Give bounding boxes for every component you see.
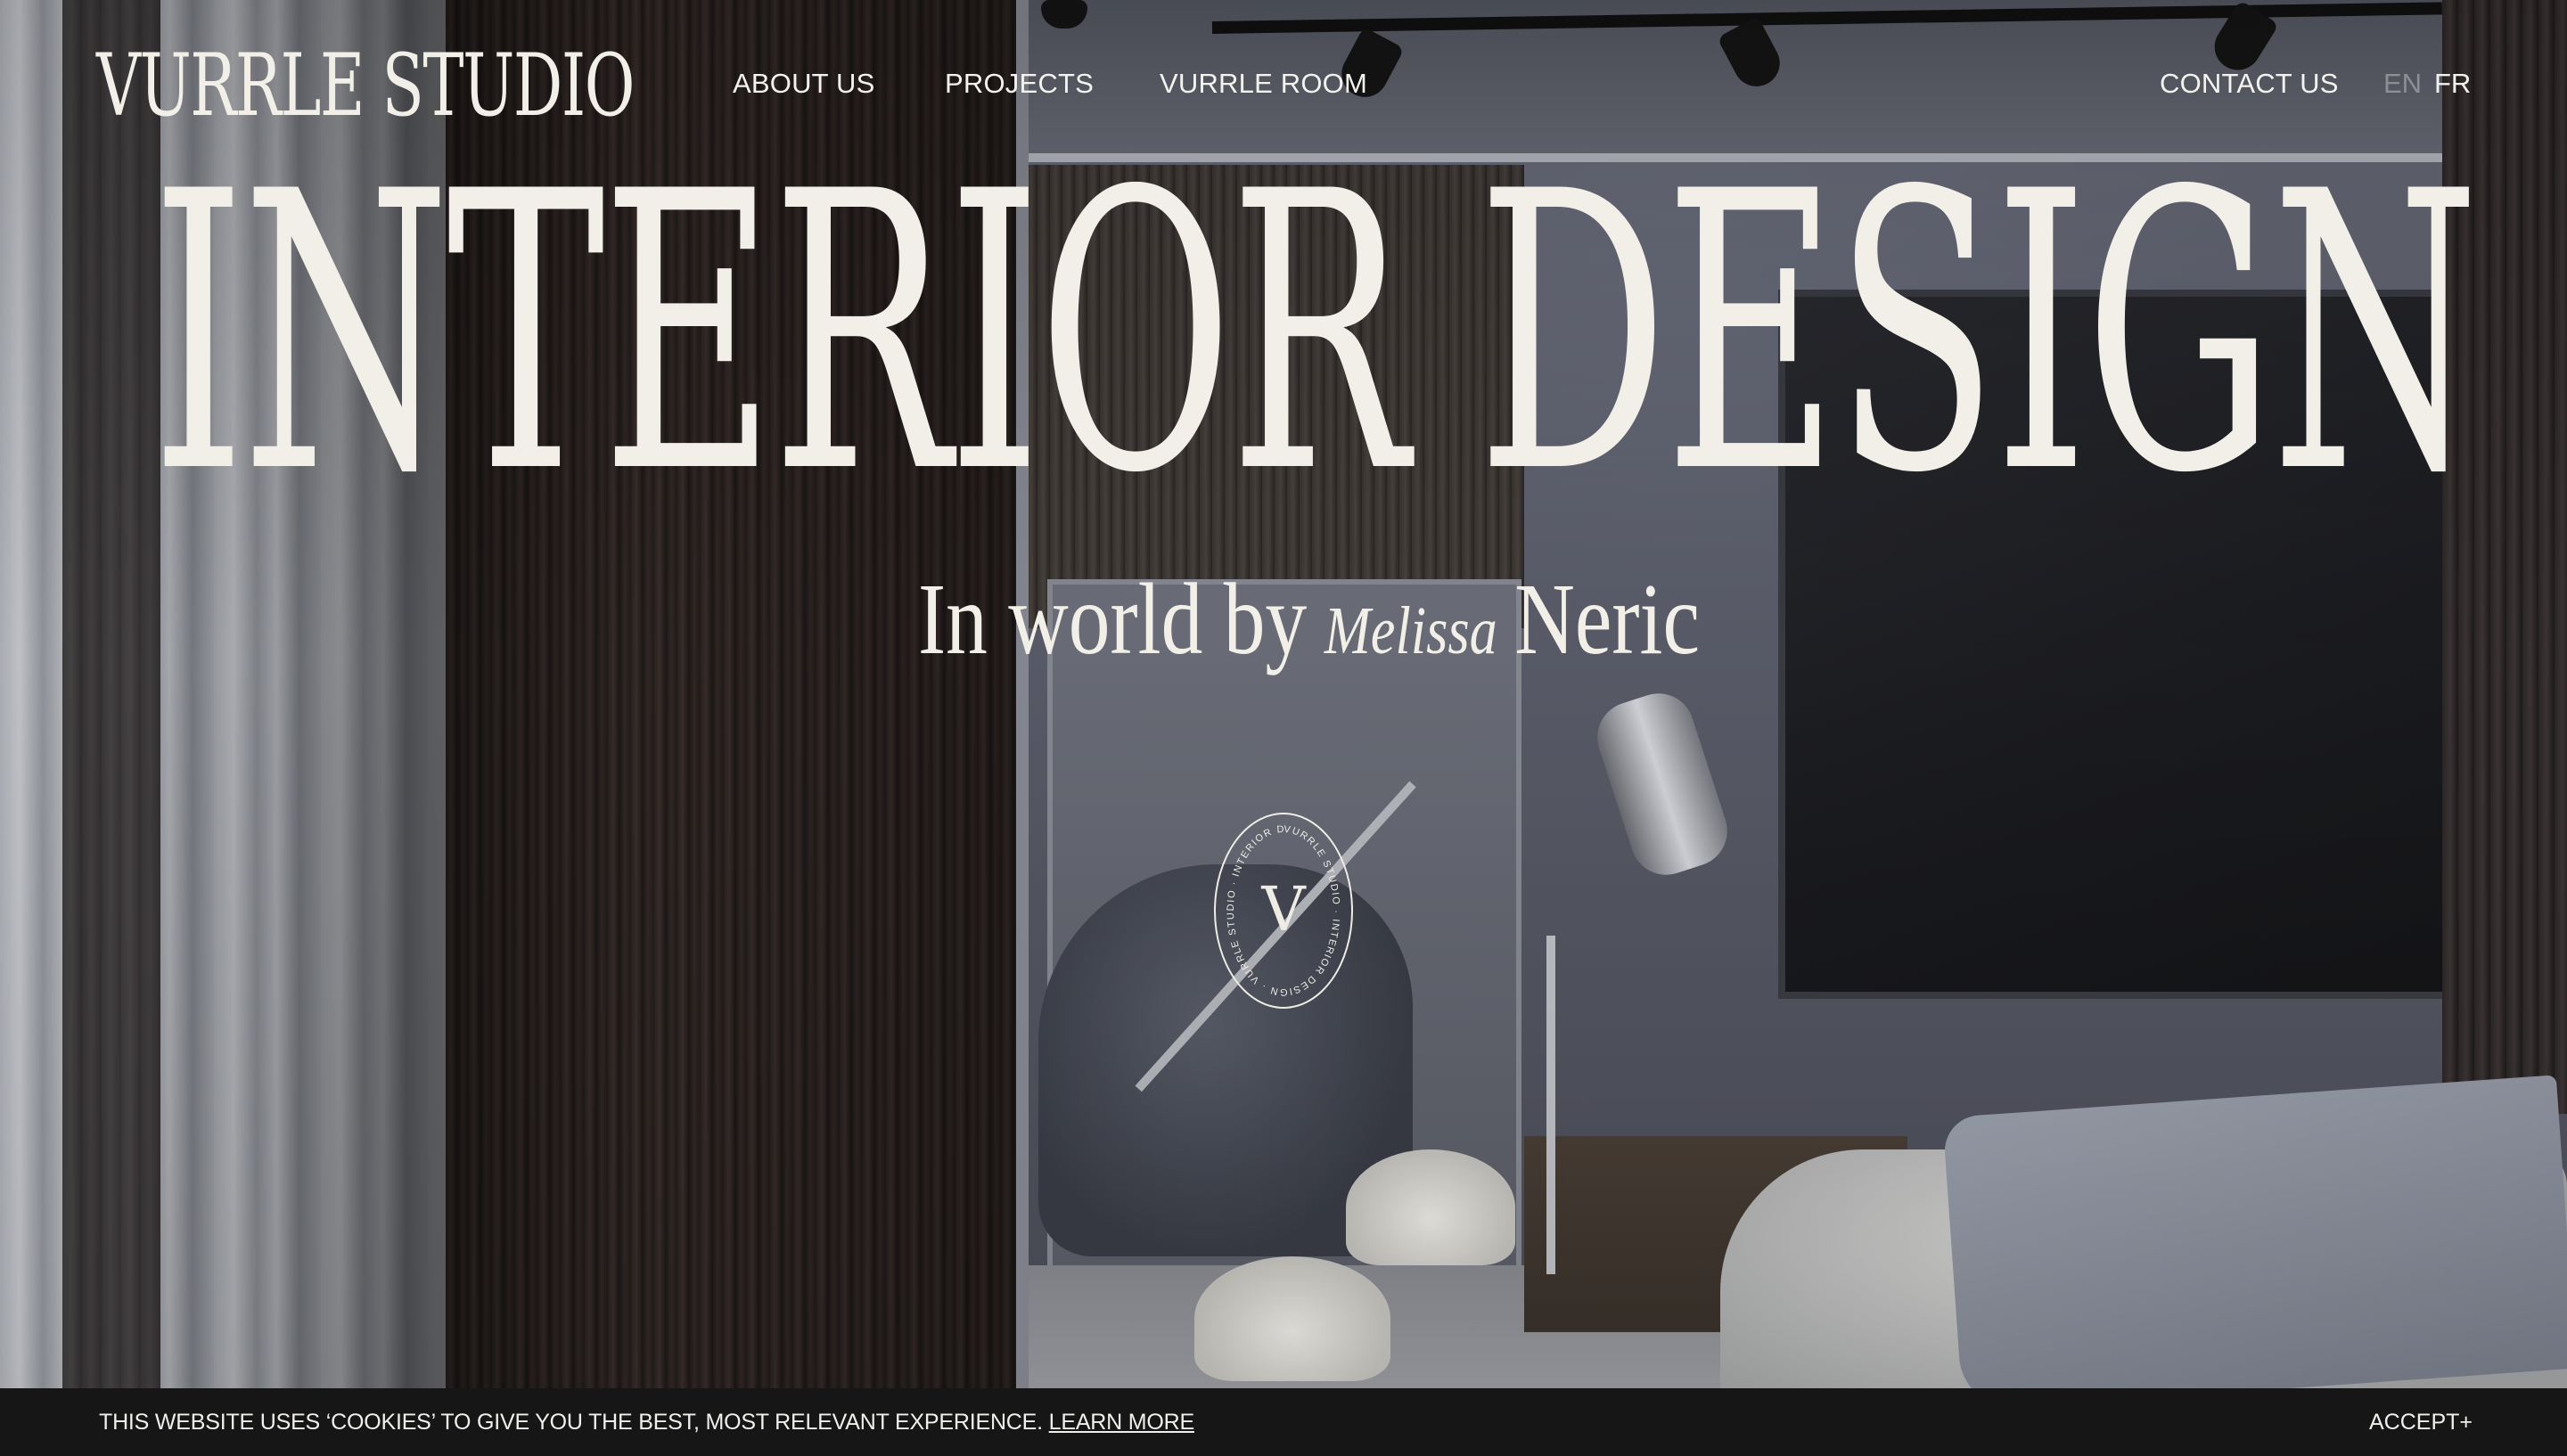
subtitle-suffix: Neric bbox=[1514, 562, 1701, 675]
seal-graphic: VURRLE STUDIO · INTERIOR DESIGN · VURRLE… bbox=[1216, 814, 1340, 997]
seal-letter: V bbox=[1260, 875, 1307, 945]
nav-contact-us[interactable]: CONTACT US bbox=[2160, 68, 2339, 100]
nav-about-us[interactable]: ABOUT US bbox=[733, 68, 875, 100]
studio-seal-badge: VURRLE STUDIO · INTERIOR DESIGN · VURRLE… bbox=[1214, 813, 1353, 1009]
cookie-accept-button[interactable]: ACCEPT+ bbox=[2369, 1408, 2473, 1436]
subtitle-prefix: In world by bbox=[918, 562, 1308, 675]
nav-vurrle-room[interactable]: VURRLE ROOM bbox=[1160, 68, 1367, 100]
subtitle-italic-name: Melissa bbox=[1324, 593, 1497, 668]
cookie-learn-more-link[interactable]: LEARN MORE bbox=[1049, 1410, 1195, 1435]
cookie-message: THIS WEBSITE USES ‘COOKIES’ TO GIVE YOU … bbox=[99, 1408, 1194, 1436]
cookie-banner: THIS WEBSITE USES ‘COOKIES’ TO GIVE YOU … bbox=[0, 1388, 2567, 1456]
nav-projects[interactable]: PROJECTS bbox=[945, 68, 1094, 100]
language-fr[interactable]: FR bbox=[2434, 68, 2471, 100]
hero-title: INTERIOR DESIGN bbox=[152, 111, 2480, 557]
language-en[interactable]: EN bbox=[2383, 68, 2422, 100]
hero-subtitle: In world by Melissa Neric bbox=[918, 561, 1700, 689]
cookie-message-text: THIS WEBSITE USES ‘COOKIES’ TO GIVE YOU … bbox=[99, 1410, 1043, 1435]
